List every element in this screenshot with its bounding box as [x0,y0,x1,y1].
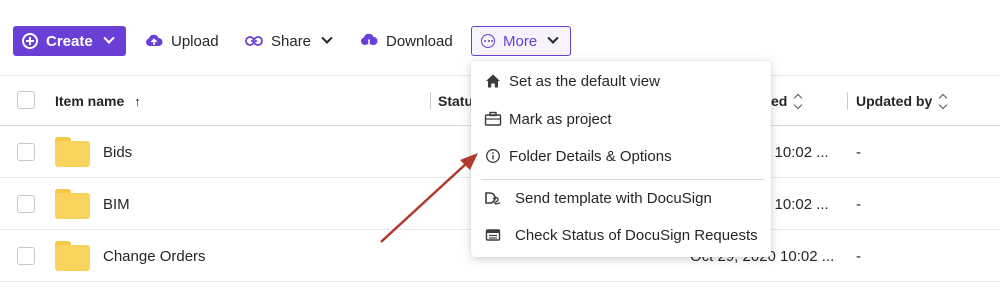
folder-icon [55,241,90,271]
column-updated-by-label: Updated by [856,93,933,109]
arrow-up-icon: ↑ [134,93,141,109]
more-button[interactable]: More [471,26,571,56]
folder-icon [55,189,90,219]
row-checkbox[interactable] [17,247,35,265]
row-checkbox[interactable] [17,195,35,213]
select-all-checkbox[interactable] [17,91,35,109]
row-checkbox[interactable] [17,143,35,161]
menu-item-set-default-view[interactable]: Set as the default view [471,63,771,99]
row-updated-by: - [856,247,861,265]
column-separator [430,92,431,110]
upload-button[interactable]: Upload [145,26,219,56]
more-dropdown-menu: Set as the default view Mark as project … [471,61,771,257]
column-updated[interactable]: ed [771,76,803,126]
menu-item-folder-details[interactable]: Folder Details & Options [471,138,771,174]
menu-item-label: Folder Details & Options [509,147,672,165]
row-name[interactable]: Bids [103,126,132,178]
share-label: Share [271,32,312,50]
chevron-down-icon [547,32,559,44]
menu-item-send-docusign[interactable]: Send template with DocuSign [471,180,771,216]
download-button[interactable]: Download [360,26,453,56]
row-updated: 0 10:02 ... [762,195,829,213]
download-label: Download [386,32,453,50]
row-updated: 0 10:02 ... [762,143,829,161]
column-updated-label: ed [771,93,788,109]
cloud-upload-icon [146,34,163,46]
sort-updown-icon [794,93,803,109]
sort-updown-icon [938,93,948,109]
menu-item-label: Check Status of DocuSign Requests [515,226,758,244]
docusign-icon [484,189,502,207]
chevron-down-icon [321,32,333,44]
more-dots-icon [481,34,495,48]
column-separator [847,92,848,110]
status-list-icon [484,226,502,244]
column-status[interactable]: Statu [438,76,473,126]
menu-item-check-docusign-status[interactable]: Check Status of DocuSign Requests [471,217,771,253]
row-name[interactable]: Change Orders [103,230,206,282]
menu-item-label: Set as the default view [509,72,660,90]
row-updated-by: - [856,143,861,161]
briefcase-icon [484,110,502,128]
plus-circle-icon [22,33,38,49]
more-label: More [503,32,538,50]
menu-item-label: Mark as project [509,110,612,128]
column-item-name-label: Item name [55,93,125,109]
cloud-download-icon [361,33,378,49]
link-icon [245,36,263,46]
row-updated-by: - [856,195,861,213]
upload-label: Upload [171,32,219,50]
menu-item-label: Send template with DocuSign [515,189,712,207]
column-updated-by[interactable]: Updated by [856,76,948,126]
share-button[interactable]: Share [245,26,333,56]
create-button[interactable]: Create [13,26,126,56]
folder-icon [55,137,90,167]
row-name[interactable]: BIM [103,178,130,230]
column-item-name[interactable]: Item name ↑ [55,76,141,126]
chevron-down-icon [103,32,115,44]
info-icon [484,147,502,165]
create-label: Create [46,32,93,50]
column-status-label: Statu [438,93,473,109]
menu-item-mark-as-project[interactable]: Mark as project [471,101,771,137]
home-icon [484,72,502,90]
